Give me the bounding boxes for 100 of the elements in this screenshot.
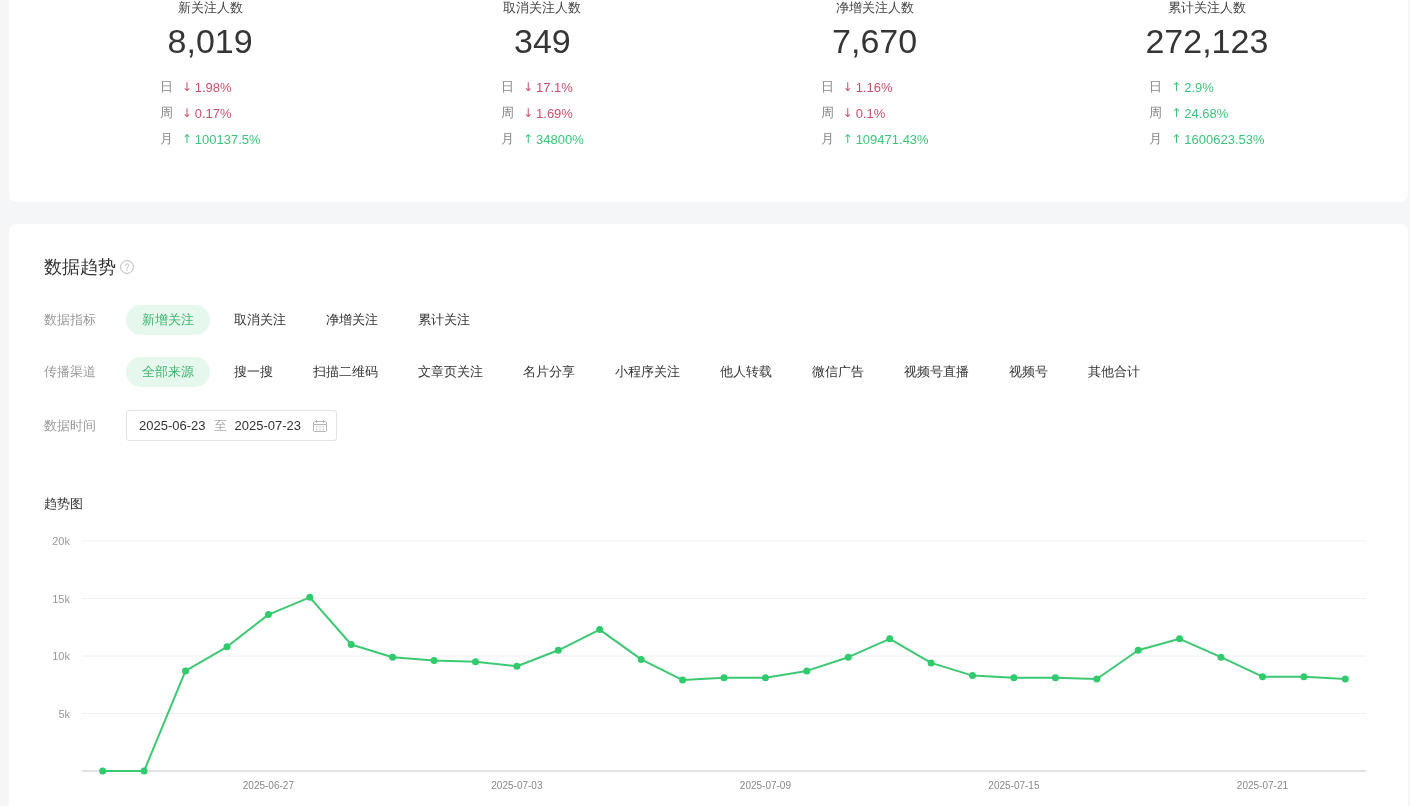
section-title: 数据趋势: [44, 256, 116, 279]
data-point: [761, 674, 769, 682]
period-label: 周: [159, 104, 173, 122]
data-point: [223, 643, 231, 651]
filter-option[interactable]: 名片分享: [507, 357, 591, 387]
help-icon[interactable]: [120, 260, 134, 274]
data-point: [1176, 635, 1184, 643]
period-label: 周: [820, 104, 834, 122]
data-point: [1217, 653, 1225, 661]
filter-label: 传播渠道: [44, 363, 97, 381]
axis-label: 15k: [52, 592, 70, 605]
period-label: 月: [159, 130, 173, 148]
data-point: [264, 611, 272, 619]
data-point: [140, 767, 148, 775]
period-label: 月: [820, 130, 834, 148]
filter-option[interactable]: 累计关注: [402, 305, 486, 335]
axis-label: 2025-07-21: [1236, 780, 1289, 791]
data-point: [720, 674, 728, 682]
percent-change: 1600623.53%: [1184, 131, 1265, 147]
percent-change: 17.1%: [536, 79, 573, 95]
filter-option[interactable]: 他人转载: [704, 357, 788, 387]
percent-change: 1.98%: [194, 79, 232, 95]
filter-option[interactable]: 小程序关注: [599, 357, 696, 387]
trend-arrow: ↓: [523, 80, 534, 94]
period-label: 周: [501, 104, 514, 122]
data-point: [679, 676, 687, 684]
filter-label: 数据时间: [44, 416, 97, 435]
percent-change: 109471.43%: [855, 131, 929, 147]
period-label: 日: [159, 78, 173, 96]
data-point: [1259, 673, 1266, 681]
stat-label: 取消关注人数: [503, 0, 582, 16]
stat-label: 净增关注人数: [835, 0, 914, 16]
period-label: 周: [1149, 104, 1163, 122]
period-label: 日: [1149, 78, 1163, 96]
period-label: 月: [501, 130, 514, 148]
trend-arrow: ↑: [842, 132, 853, 146]
data-point: [513, 662, 521, 670]
data-point: [1134, 646, 1142, 654]
chart-title: 趋势图: [44, 495, 83, 513]
stat-value: 272,123: [1145, 21, 1269, 61]
trend-arrow: ↑: [181, 132, 192, 146]
percent-change: 2.9%: [1184, 79, 1214, 95]
axis-label: 2025-07-15: [988, 780, 1040, 791]
filter-option[interactable]: 取消关注: [218, 305, 302, 335]
filter-option[interactable]: 扫描二维码: [297, 357, 394, 387]
percent-change: 0.17%: [194, 105, 232, 121]
percent-change: 0.1%: [855, 105, 886, 121]
axis-label: 2025-07-09: [739, 780, 791, 791]
data-point: [844, 653, 852, 661]
data-point: [927, 659, 935, 667]
data-point: [1341, 675, 1349, 683]
stat-label: 新关注人数: [177, 0, 243, 16]
data-point: [389, 653, 397, 661]
data-point: [1093, 675, 1101, 683]
percent-change: 1.16%: [855, 79, 893, 95]
filter-option[interactable]: 其他合计: [1072, 357, 1156, 387]
percent-change: 1.69%: [536, 105, 573, 121]
data-point: [430, 657, 438, 665]
filter-option[interactable]: 文章页关注: [402, 357, 499, 387]
data-point: [1051, 674, 1059, 682]
data-point: [969, 672, 976, 680]
axis-label: 2025-06-27: [242, 780, 294, 791]
axis-label: 20k: [52, 535, 70, 547]
filter-option[interactable]: 搜一搜: [218, 357, 289, 387]
stat-value: 7,670: [832, 21, 918, 61]
percent-change: 100137.5%: [194, 131, 261, 147]
axis-label: 10k: [52, 650, 70, 662]
calendar-icon: [313, 419, 327, 432]
filter-option[interactable]: 视频号直播: [888, 357, 985, 387]
filter-option[interactable]: 视频号: [993, 357, 1064, 387]
date-range-field[interactable]: 2025-06-23 至 2025-07-23: [126, 410, 337, 441]
stat-value: 8,019: [167, 21, 253, 61]
data-point: [596, 626, 604, 634]
data-point: [472, 658, 479, 666]
period-label: 日: [820, 78, 834, 96]
data-point: [637, 655, 645, 663]
trend-arrow: ↓: [523, 106, 534, 120]
stat-label: 累计关注人数: [1167, 0, 1246, 16]
filter-label: 数据指标: [44, 311, 97, 329]
percent-change: 34800%: [536, 131, 584, 147]
data-point: [803, 667, 811, 675]
trend-arrow: ↓: [181, 106, 192, 120]
axis-label: 5k: [58, 707, 70, 720]
trend-arrow: ↓: [842, 80, 853, 94]
data-point: [347, 641, 355, 648]
data-point: [1010, 674, 1018, 682]
period-label: 月: [1149, 130, 1163, 148]
stat-value: 349: [514, 21, 571, 61]
period-label: 日: [501, 78, 514, 96]
data-point: [886, 635, 894, 643]
data-point: [99, 767, 107, 775]
filter-option[interactable]: 净增关注: [310, 305, 394, 335]
data-point: [182, 667, 189, 675]
axis-label: 2025-07-03: [491, 780, 543, 791]
trend-arrow: ↓: [842, 106, 853, 120]
trend-arrow: ↑: [1171, 106, 1182, 120]
percent-change: 24.68%: [1184, 105, 1229, 121]
filter-option[interactable]: 微信广告: [796, 357, 880, 387]
trend-arrow: ↑: [1171, 132, 1182, 146]
trend-arrow: ↑: [1171, 80, 1182, 94]
